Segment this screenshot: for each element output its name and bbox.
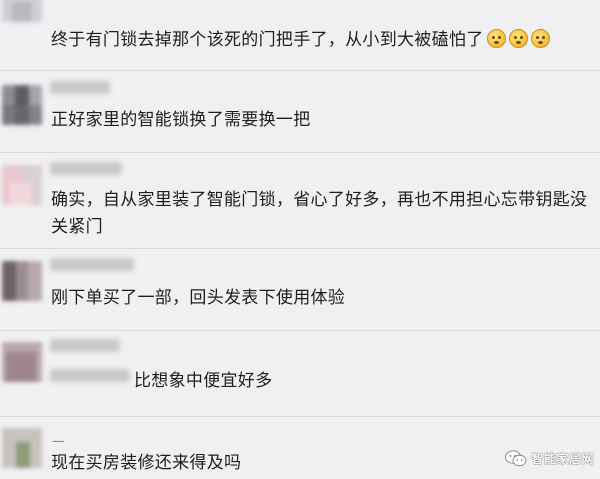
username[interactable]: __ (53, 429, 64, 442)
flushed-face-emoji-icon (530, 29, 550, 48)
comment-item: 刚下单买了一部，回头发表下使用体验 (0, 249, 600, 329)
username-blurred[interactable] (50, 162, 122, 175)
flushed-face-emoji-icon (508, 29, 528, 48)
comment-item: 确实，自从家里装了智能门锁，省心了好多，再也不用担心忘带钥匙没关紧门 (0, 153, 600, 247)
comment-text: 确实，自从家里装了智能门锁，省心了好多，再也不用担心忘带钥匙没关紧门 (51, 190, 588, 237)
avatar[interactable] (2, 165, 42, 205)
watermark: 智能家居网 (505, 450, 594, 467)
comment-text: 终于有门锁去掉那个该死的门把手了，从小到大被磕怕了 (51, 27, 550, 54)
avatar[interactable] (2, 261, 42, 301)
comment-feed: 终于有门锁去掉那个该死的门把手了，从小到大被磕怕了 正好家里的智能锁换了需要换一… (0, 0, 600, 479)
comment-text: 比想象中便宜好多 (134, 371, 273, 391)
username-blurred[interactable] (50, 369, 130, 382)
comment-item: 正好家里的智能锁换了需要换一把 (0, 71, 600, 151)
comment-text: 现在买房装修还来得及吗 (51, 453, 242, 473)
comment-item: __ 现在买房装修还来得及吗 (0, 417, 600, 479)
avatar[interactable] (2, 342, 42, 382)
flushed-face-emoji-icon (486, 29, 506, 48)
username-blurred[interactable] (50, 258, 134, 271)
watermark-text: 智能家居网 (531, 452, 594, 466)
comment-item: 终于有门锁去掉那个该死的门把手了，从小到大被磕怕了 (0, 0, 600, 68)
comment-item: 比想象中便宜好多 (0, 331, 600, 415)
comment-text: 正好家里的智能锁换了需要换一把 (51, 110, 311, 130)
avatar[interactable] (2, 428, 42, 468)
avatar[interactable] (2, 85, 42, 125)
comment-text: 刚下单买了一部，回头发表下使用体验 (51, 288, 346, 308)
avatar[interactable] (2, 0, 42, 22)
wechat-icon (505, 450, 527, 467)
username-blurred[interactable] (50, 81, 110, 94)
username-blurred[interactable] (50, 339, 120, 352)
